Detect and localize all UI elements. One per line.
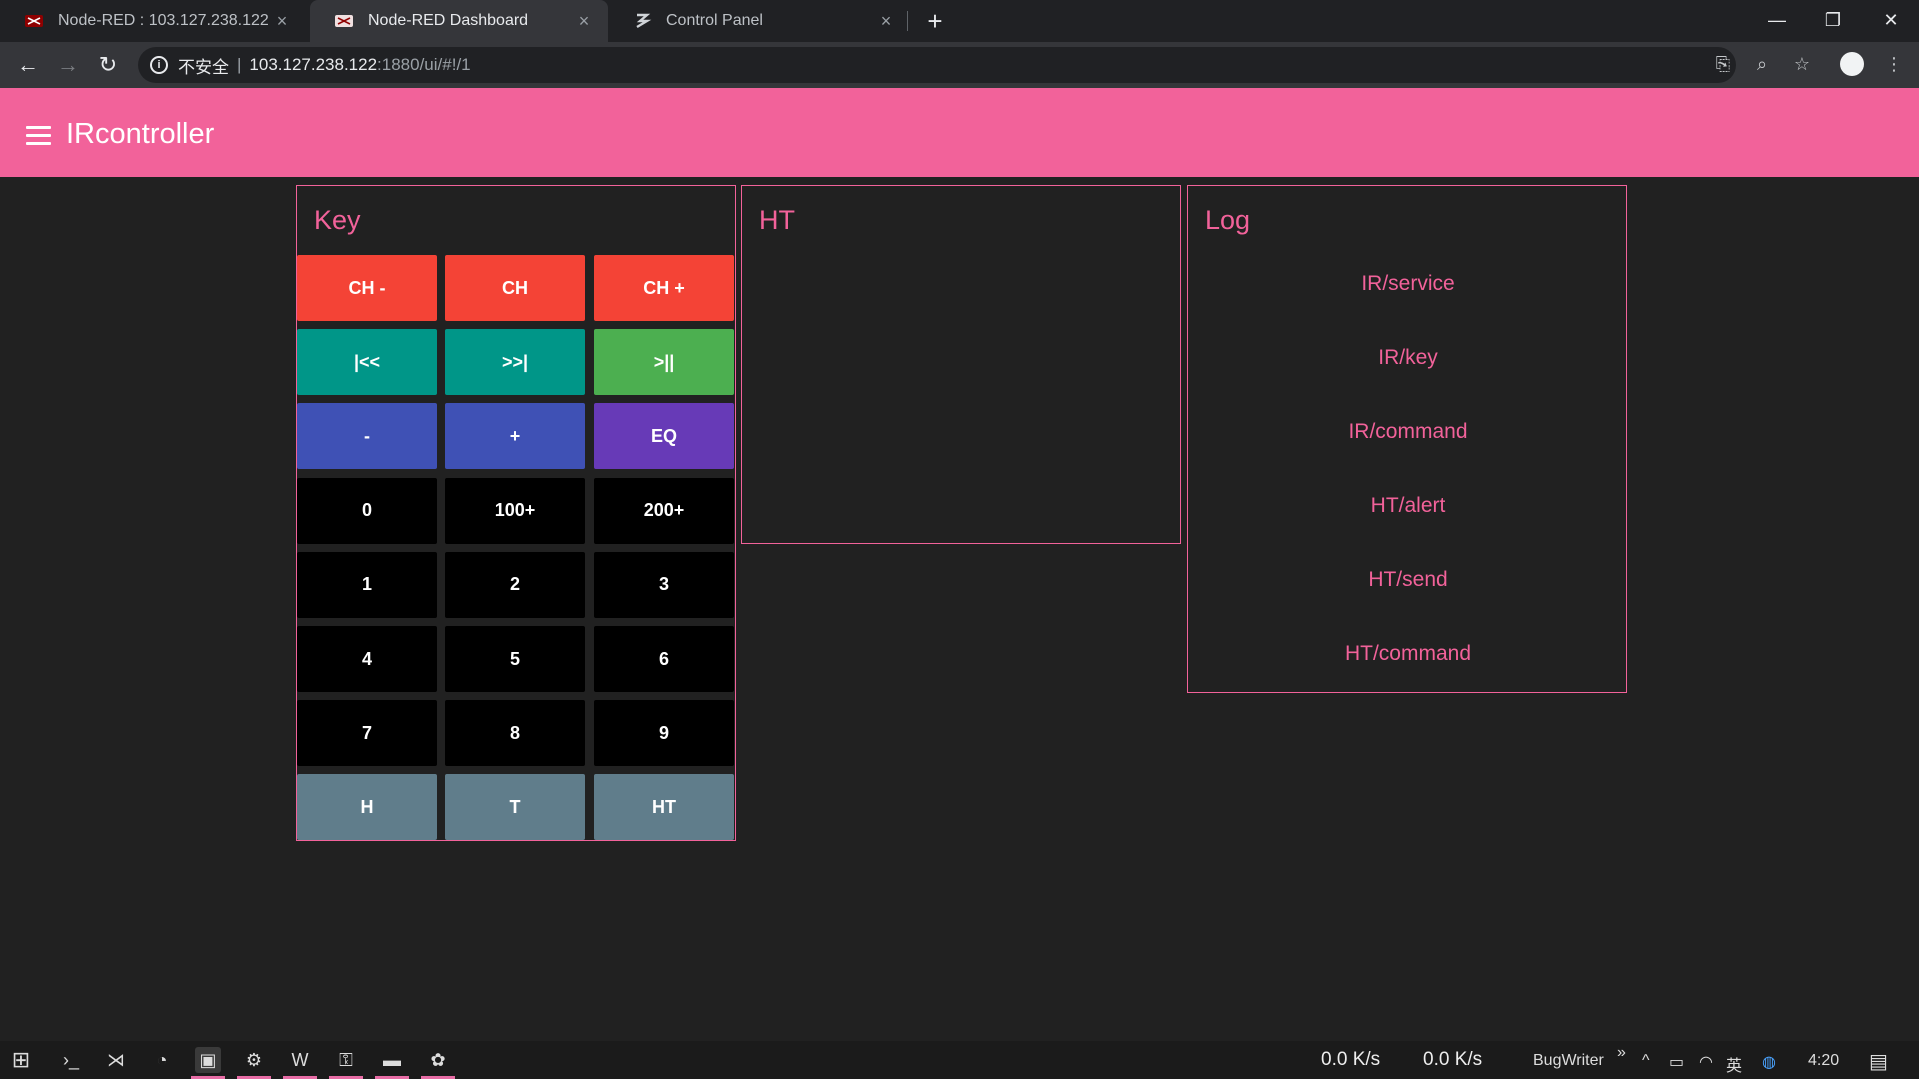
- settings-icon[interactable]: ⚙: [241, 1047, 267, 1073]
- key-button[interactable]: CH -: [297, 255, 437, 321]
- key-button[interactable]: >>|: [445, 329, 585, 396]
- bugwriter-toolbar-label[interactable]: BugWriter: [1533, 1052, 1604, 1070]
- download-speed: 0.0 K/s: [1423, 1049, 1483, 1070]
- app-title: IRcontroller: [66, 118, 215, 150]
- windows-start-icon[interactable]: ⊞: [8, 1047, 34, 1073]
- log-item: IR/service: [1361, 272, 1455, 295]
- forward-button[interactable]: →: [52, 49, 84, 81]
- log-item: IR/key: [1378, 346, 1438, 369]
- bookmark-star-icon[interactable]: ☆: [1790, 52, 1814, 76]
- key-button[interactable]: H: [297, 774, 437, 841]
- key-button[interactable]: T: [445, 774, 585, 841]
- translate-icon[interactable]: ⎘: [1711, 52, 1735, 76]
- notification-icon[interactable]: ▤: [1869, 1049, 1888, 1074]
- close-window-button[interactable]: ✕: [1863, 0, 1919, 42]
- key-button[interactable]: |<<: [297, 329, 437, 396]
- log-item: HT/alert: [1370, 494, 1446, 517]
- key-button[interactable]: +: [445, 403, 585, 470]
- key-button[interactable]: 4: [297, 626, 437, 692]
- key-button[interactable]: HT: [594, 774, 734, 841]
- key-group-card: Key CH - CH CH + |<< >>| >|| - + EQ 0 100+ 200+ 1 2 3 4…: [296, 185, 736, 841]
- key-button[interactable]: EQ: [594, 403, 734, 470]
- folder-icon[interactable]: ▬: [379, 1047, 405, 1073]
- key-button[interactable]: CH: [445, 255, 585, 321]
- clock-time[interactable]: 4:20: [1808, 1052, 1839, 1070]
- new-tab-button[interactable]: +: [920, 6, 950, 36]
- key-button[interactable]: CH +: [594, 255, 734, 321]
- info-icon[interactable]: i: [150, 56, 168, 74]
- tab-title: Node-RED : 103.127.238.122: [58, 12, 269, 29]
- close-tab-icon[interactable]: ×: [272, 11, 292, 31]
- back-button[interactable]: ←: [12, 49, 44, 81]
- address-separator: |: [237, 55, 242, 74]
- log-group-card: Log IR/service IR/key IR/command HT/alert HT…: [1187, 185, 1627, 693]
- tab-node-red-dashboard[interactable]: Node-RED Dashboard ×: [310, 0, 608, 42]
- close-tab-icon[interactable]: ×: [876, 11, 896, 31]
- log-item: HT/send: [1368, 568, 1448, 591]
- key-button[interactable]: 0: [297, 477, 437, 544]
- tab-title: Node-RED Dashboard: [368, 12, 529, 29]
- tab-title: Control Panel: [666, 12, 763, 29]
- hamburger-menu-icon[interactable]: [26, 126, 51, 145]
- profile-avatar[interactable]: [1840, 52, 1864, 76]
- close-tab-icon[interactable]: ×: [574, 11, 594, 31]
- browser-tab-strip: Node-RED : 103.127.238.122 × Node-RED Da…: [0, 0, 1919, 42]
- browser-toolbar: ← → ↻ i 不安全 | 103.127.238.122 :1880/ui/#…: [0, 42, 1919, 88]
- toolbar-overflow-icon[interactable]: »: [1617, 1044, 1626, 1062]
- tray-app-icon[interactable]: ◍: [1762, 1052, 1776, 1072]
- reload-button[interactable]: ↻: [92, 49, 124, 81]
- word-icon[interactable]: W: [287, 1047, 313, 1073]
- browser-menu-icon[interactable]: ⋮: [1882, 52, 1906, 76]
- powershell-icon[interactable]: ›_: [58, 1047, 84, 1073]
- window-app-icon[interactable]: ▣: [195, 1047, 221, 1073]
- ime-indicator[interactable]: 英: [1726, 1052, 1742, 1076]
- control-panel-icon: [632, 11, 652, 31]
- clock-app-icon[interactable]: ◔: [149, 1047, 175, 1073]
- tab-separator: [907, 11, 908, 31]
- log-item: HT/command: [1344, 642, 1472, 665]
- key-button[interactable]: 2: [445, 551, 585, 618]
- app-header: [0, 88, 1919, 177]
- key-button[interactable]: 200+: [594, 477, 734, 544]
- log-group-title: Log: [1205, 205, 1251, 235]
- url-path: :1880/ui/#!/1: [377, 55, 471, 74]
- wifi-icon[interactable]: ◠: [1699, 1052, 1713, 1072]
- key-group-title: Key: [314, 205, 361, 235]
- tray-chevron-icon[interactable]: ^: [1642, 1052, 1650, 1070]
- upload-speed: 0.0 K/s: [1321, 1049, 1381, 1070]
- key-button[interactable]: -: [297, 403, 437, 470]
- key-button[interactable]: 1: [297, 551, 437, 618]
- vscode-icon[interactable]: ⋊: [103, 1047, 129, 1073]
- restore-button[interactable]: ❐: [1805, 0, 1861, 42]
- node-red-icon: [24, 11, 44, 31]
- key-button[interactable]: >||: [594, 329, 734, 396]
- tab-node-red-editor[interactable]: Node-RED : 103.127.238.122 ×: [0, 0, 306, 42]
- key-button[interactable]: 8: [445, 700, 585, 767]
- battery-icon[interactable]: ▭: [1669, 1052, 1684, 1072]
- ht-group-title: HT: [759, 205, 795, 235]
- key-button[interactable]: 9: [594, 700, 734, 767]
- url-host: 103.127.238.122: [249, 55, 378, 74]
- key-button[interactable]: 3: [594, 551, 734, 618]
- key-button[interactable]: 6: [594, 626, 734, 692]
- key-button[interactable]: 7: [297, 700, 437, 767]
- minimize-button[interactable]: —: [1749, 0, 1805, 42]
- node-red-icon: [334, 11, 354, 31]
- security-status: 不安全: [178, 57, 229, 77]
- zoom-icon[interactable]: ⌕: [1750, 52, 1774, 76]
- photos-app-icon[interactable]: ✿: [425, 1047, 451, 1073]
- address-bar[interactable]: i 不安全 | 103.127.238.122 :1880/ui/#!/1: [138, 47, 1736, 83]
- key-button[interactable]: 100+: [445, 477, 585, 544]
- ht-group-card: HT: [741, 185, 1181, 544]
- network-app-icon[interactable]: ⚿: [333, 1047, 359, 1073]
- key-button[interactable]: 5: [445, 626, 585, 692]
- tab-control-panel[interactable]: Control Panel ×: [608, 0, 910, 42]
- log-item: IR/command: [1348, 420, 1468, 443]
